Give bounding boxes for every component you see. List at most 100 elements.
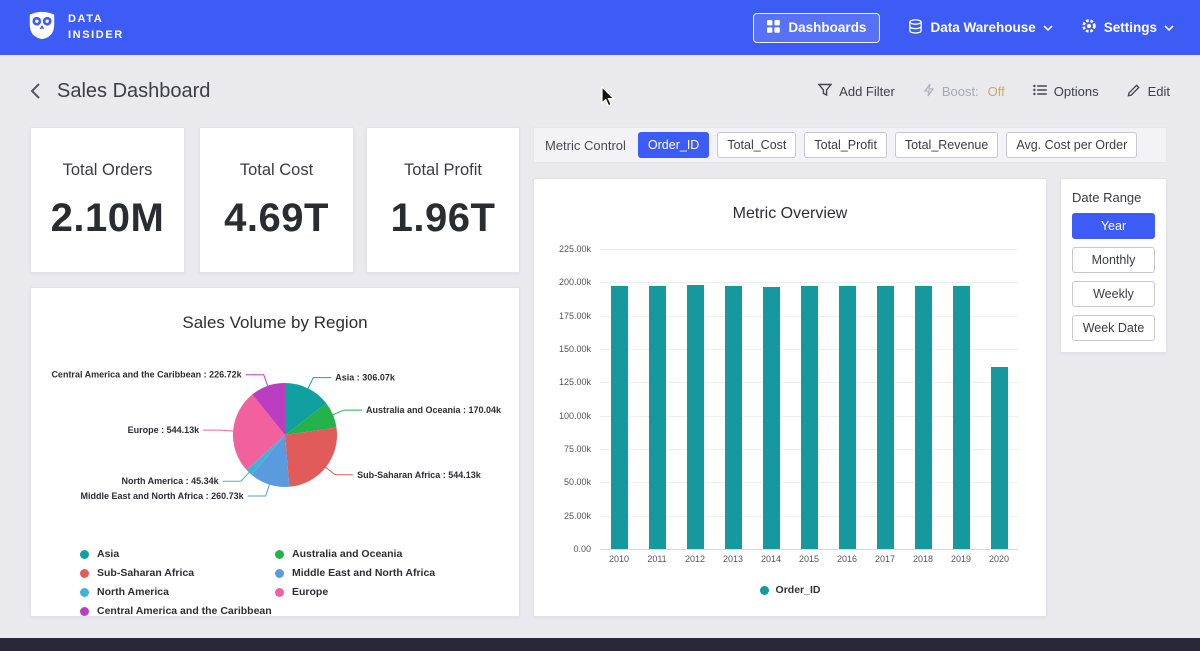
data-warehouse-menu[interactable]: Data Warehouse (908, 19, 1052, 37)
legend-label: Australia and Oceania (292, 548, 402, 560)
metric-option-order-id[interactable]: Order_ID (638, 132, 709, 158)
bar-2012[interactable] (687, 285, 704, 549)
page-header: Sales Dashboard Add Filter Boost: Off (0, 70, 1200, 112)
options-button[interactable]: Options (1033, 84, 1099, 99)
kpi-card-total-cost: Total Cost 4.69T (199, 127, 354, 273)
x-tick-label: 2019 (942, 554, 980, 564)
metric-buttons-group: Order_ID Total_Cost Total_Profit Total_Reve… (638, 132, 1137, 158)
bar-chart-x-axis: 2010201120122013201420152016201720182019… (600, 554, 1018, 564)
pie-legend-item-middle-east-and-north-africa[interactable]: Middle East and North Africa (275, 567, 470, 579)
bar-2011[interactable] (649, 286, 666, 549)
edit-label: Edit (1148, 84, 1170, 99)
boost-label: Boost: (942, 84, 979, 99)
date-range-week-date[interactable]: Week Date (1072, 315, 1155, 341)
settings-label: Settings (1104, 20, 1157, 35)
bar-2010[interactable] (611, 286, 628, 549)
database-icon (908, 19, 923, 37)
date-range-title: Date Range (1072, 190, 1155, 205)
bar-2020[interactable] (991, 367, 1008, 549)
pie-label-north-america: North America : 45.34k (121, 476, 219, 486)
pie-legend-item-north-america[interactable]: North America (80, 586, 275, 598)
bar-2019[interactable] (953, 286, 970, 549)
pie-legend-item-central-america-and-the-caribbean[interactable]: Central America and the Caribbean (80, 605, 275, 617)
options-label: Options (1054, 84, 1099, 99)
x-tick-label: 2011 (638, 554, 676, 564)
date-range-buttons-group: Year Monthly Weekly Week Date (1072, 213, 1155, 341)
pie-legend-item-asia[interactable]: Asia (80, 548, 275, 560)
boost-toggle[interactable]: Boost: Off (923, 83, 1005, 100)
kpi-value: 1.96T (367, 196, 519, 241)
chevron-down-icon (1164, 20, 1174, 35)
metric-option-total-revenue[interactable]: Total_Revenue (895, 132, 998, 158)
kpi-value: 4.69T (200, 196, 353, 241)
pie-label-central-america-and-the-caribbean: Central America and the Caribbean : 226.… (51, 370, 242, 380)
pie-slice-sub-saharan-africa[interactable] (285, 428, 337, 487)
metric-overview-bar-chart: 0.0025.00k50.00k75.00k100.00k125.00k150.… (548, 249, 1032, 549)
y-tick-label: 100.00k (559, 411, 591, 421)
boost-value: Off (988, 84, 1005, 99)
y-tick-label: 25.00k (564, 511, 591, 521)
y-tick-label: 75.00k (564, 444, 591, 454)
footer-strip (0, 638, 1200, 651)
kpi-value: 2.10M (31, 196, 184, 241)
back-button[interactable] (30, 82, 41, 100)
list-icon (1033, 84, 1047, 99)
legend-label: Middle East and North Africa (292, 567, 435, 579)
legend-label: Asia (97, 548, 119, 560)
date-range-weekly[interactable]: Weekly (1072, 281, 1155, 307)
kpi-label: Total Orders (31, 161, 184, 180)
pie-chart-title: Sales Volume by Region (41, 313, 509, 333)
sales-volume-pie-chart: Asia : 306.07kAustralia and Oceania : 17… (41, 337, 511, 542)
dashboards-button[interactable]: Dashboards (753, 13, 880, 43)
sales-volume-card: Sales Volume by Region Asia : 306.07kAus… (30, 287, 520, 617)
bar-2015[interactable] (801, 286, 818, 549)
pie-label-australia-and-oceania: Australia and Oceania : 170.04k (366, 405, 502, 415)
legend-dot (275, 550, 284, 559)
pencil-icon (1127, 83, 1141, 100)
x-tick-label: 2018 (904, 554, 942, 564)
x-tick-label: 2017 (866, 554, 904, 564)
legend-label: Order_ID (776, 584, 821, 596)
kpi-label: Total Cost (200, 161, 353, 180)
y-tick-label: 200.00k (559, 277, 591, 287)
bar-2018[interactable] (915, 286, 932, 549)
metric-control-label: Metric Control (545, 138, 626, 153)
metric-overview-card: Metric Overview 0.00 25.00k 50.00k 75.00k 10… (533, 178, 1047, 617)
edit-button[interactable]: Edit (1127, 83, 1170, 100)
bolt-icon (923, 83, 935, 100)
pie-label-connector (324, 466, 353, 475)
pie-label-middle-east-and-north-africa: Middle East and North Africa : 260.73k (80, 491, 244, 501)
bar-chart-legend: Order_ID (548, 584, 1032, 596)
bar-2017[interactable] (877, 286, 894, 549)
pie-legend-item-sub-saharan-africa[interactable]: Sub-Saharan Africa (80, 567, 275, 579)
pie-legend-item-australia-and-oceania[interactable]: Australia and Oceania (275, 548, 470, 560)
date-range-year[interactable]: Year (1072, 213, 1155, 239)
bar-2013[interactable] (725, 286, 742, 549)
date-range-panel: Date Range Year Monthly Weekly Week Date (1060, 178, 1167, 353)
x-tick-label: 2012 (676, 554, 714, 564)
metric-option-total-profit[interactable]: Total_Profit (804, 132, 887, 158)
x-tick-label: 2014 (752, 554, 790, 564)
metric-control-bar: Metric Control Order_ID Total_Cost Total_P… (533, 127, 1167, 163)
y-tick-label: 225.00k (559, 244, 591, 254)
y-tick-label: 0.00 (573, 544, 591, 554)
pie-legend-item-europe[interactable]: Europe (275, 586, 470, 598)
y-tick-label: 150.00k (559, 344, 591, 354)
bar-chart-title: Metric Overview (548, 205, 1032, 223)
add-filter-button[interactable]: Add Filter (818, 83, 895, 100)
pie-label-connector (248, 483, 270, 496)
metric-option-total-cost[interactable]: Total_Cost (717, 132, 796, 158)
pie-label-sub-saharan-africa: Sub-Saharan Africa : 544.13k (357, 470, 482, 480)
date-range-monthly[interactable]: Monthly (1072, 247, 1155, 273)
gear-icon (1081, 18, 1097, 37)
settings-menu[interactable]: Settings (1081, 18, 1174, 37)
dashboards-label: Dashboards (788, 20, 866, 35)
app-logo[interactable]: DATA INSIDER (26, 9, 124, 46)
bar-2016[interactable] (839, 286, 856, 549)
legend-label: Sub-Saharan Africa (97, 567, 194, 579)
bar-chart-plot-area (600, 249, 1018, 549)
bar-2014[interactable] (763, 287, 780, 549)
y-tick-label: 50.00k (564, 477, 591, 487)
metric-option-avg-cost-per-order[interactable]: Avg. Cost per Order (1006, 132, 1137, 158)
legend-dot (80, 607, 89, 616)
